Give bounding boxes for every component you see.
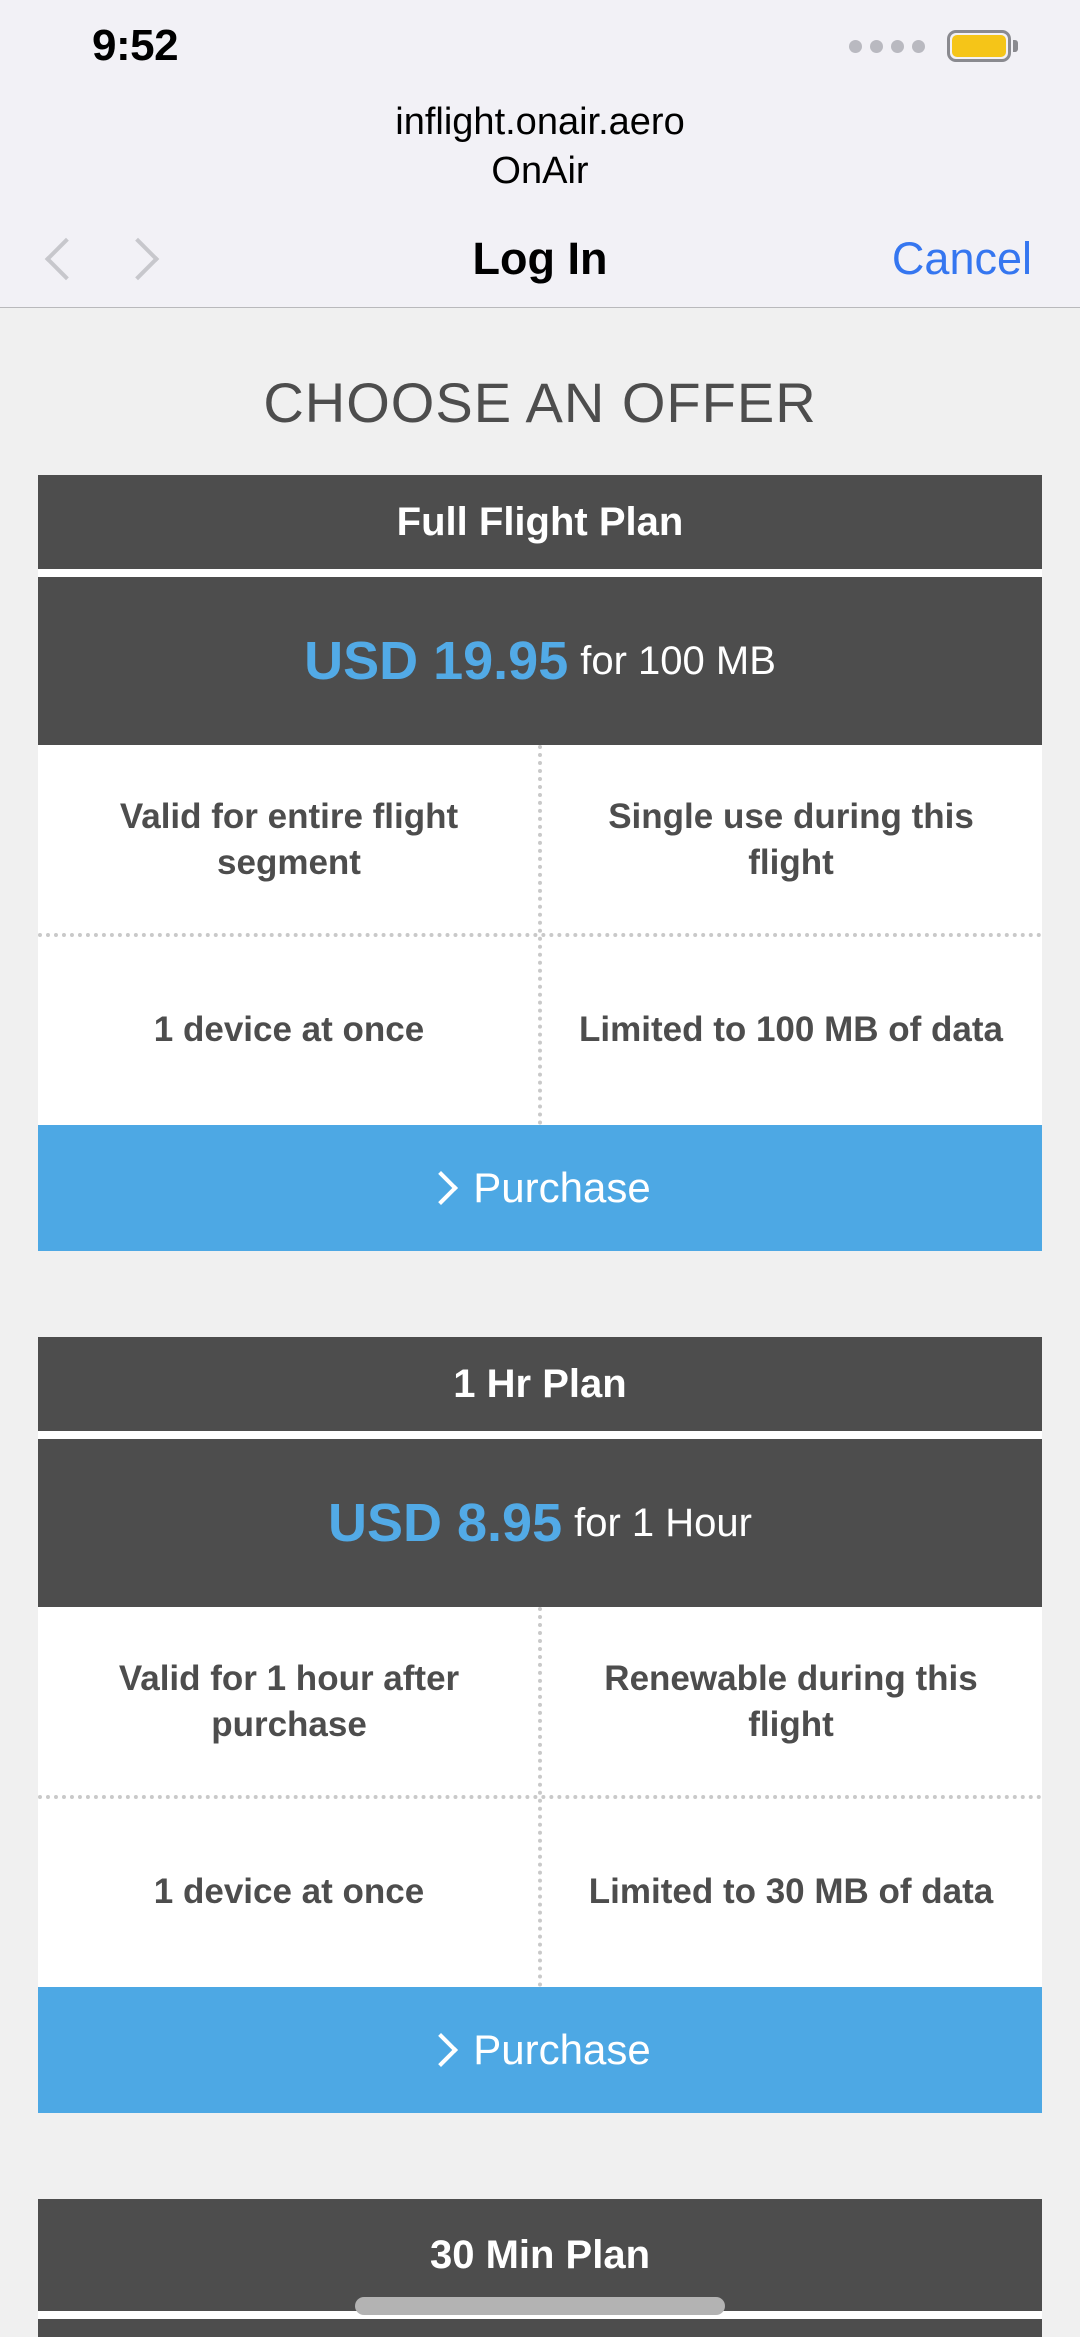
choose-offer-heading: CHOOSE AN OFFER — [263, 371, 817, 435]
browser-chrome: 9:52 inflight.onair.aero OnAir Log In Ca… — [0, 0, 1080, 309]
status-bar-clock: 9:52 — [92, 21, 179, 70]
chevron-right-icon — [429, 1173, 447, 1203]
purchase-button-label: Purchase — [473, 1164, 651, 1212]
offer-price-band: USD 8.95 for 1 Hour — [38, 1439, 1042, 1634]
offer-card: 30 Min Plan — [38, 2199, 1042, 2337]
cancel-button[interactable]: Cancel — [892, 233, 1032, 285]
status-bar: 9:52 — [0, 0, 1080, 92]
feature-cell: Valid for 1 hour after purchase — [118, 1659, 460, 1745]
feature-cell: Limited to 100 MB of data — [579, 1010, 1003, 1050]
offer-name: Full Flight Plan — [38, 475, 1042, 570]
offer-price: USD 8.95 — [328, 1493, 563, 1554]
offer-features: Valid for entire flight segment Single u… — [38, 745, 1042, 1126]
feature-cell: Limited to 30 MB of data — [588, 1872, 994, 1912]
offer-card: Full Flight Plan USD 19.95 for 100 MB Va… — [38, 475, 1042, 1252]
status-bar-indicators — [849, 30, 1018, 62]
feature-cell: Single use during this flight — [608, 797, 974, 883]
divider — [38, 569, 1042, 578]
offer-price-unit: for 100 MB — [580, 638, 776, 683]
offer-price-band — [38, 2319, 1042, 2337]
site-name-text: OnAir — [491, 149, 589, 192]
purchase-button[interactable]: Purchase — [38, 1987, 1042, 2114]
purchase-button[interactable]: Purchase — [38, 1125, 1042, 1252]
offer-name: 1 Hr Plan — [38, 1337, 1042, 1432]
offer-list: CHOOSE AN OFFER Full Flight Plan USD 19.… — [0, 308, 1080, 2337]
offer-features: Valid for 1 hour after purchase Renewabl… — [38, 1607, 1042, 1988]
divider — [38, 1431, 1042, 1440]
navigation-bar: Log In Cancel — [0, 211, 1080, 307]
feature-cell: Valid for entire flight segment — [119, 797, 459, 883]
offer-price-unit: for 1 Hour — [574, 1500, 752, 1545]
phone-screen: 9:52 inflight.onair.aero OnAir Log In Ca… — [0, 0, 1080, 2337]
feature-cell: Renewable during this flight — [604, 1659, 978, 1745]
offer-name: 30 Min Plan — [38, 2199, 1042, 2312]
feature-cell: 1 device at once — [153, 1010, 425, 1050]
purchase-button-label: Purchase — [473, 2026, 651, 2074]
feature-cell: 1 device at once — [153, 1872, 425, 1912]
home-indicator[interactable] — [355, 2297, 725, 2315]
chevron-right-icon — [429, 2035, 447, 2065]
signal-dots-icon — [849, 39, 925, 53]
url-display[interactable]: inflight.onair.aero OnAir — [0, 92, 1080, 211]
offer-price: USD 19.95 — [304, 631, 569, 692]
url-text: inflight.onair.aero — [395, 101, 685, 143]
offer-card: 1 Hr Plan USD 8.95 for 1 Hour Valid for … — [38, 1337, 1042, 2114]
offer-price-band: USD 19.95 for 100 MB — [38, 577, 1042, 772]
battery-low-power-icon — [947, 30, 1018, 62]
